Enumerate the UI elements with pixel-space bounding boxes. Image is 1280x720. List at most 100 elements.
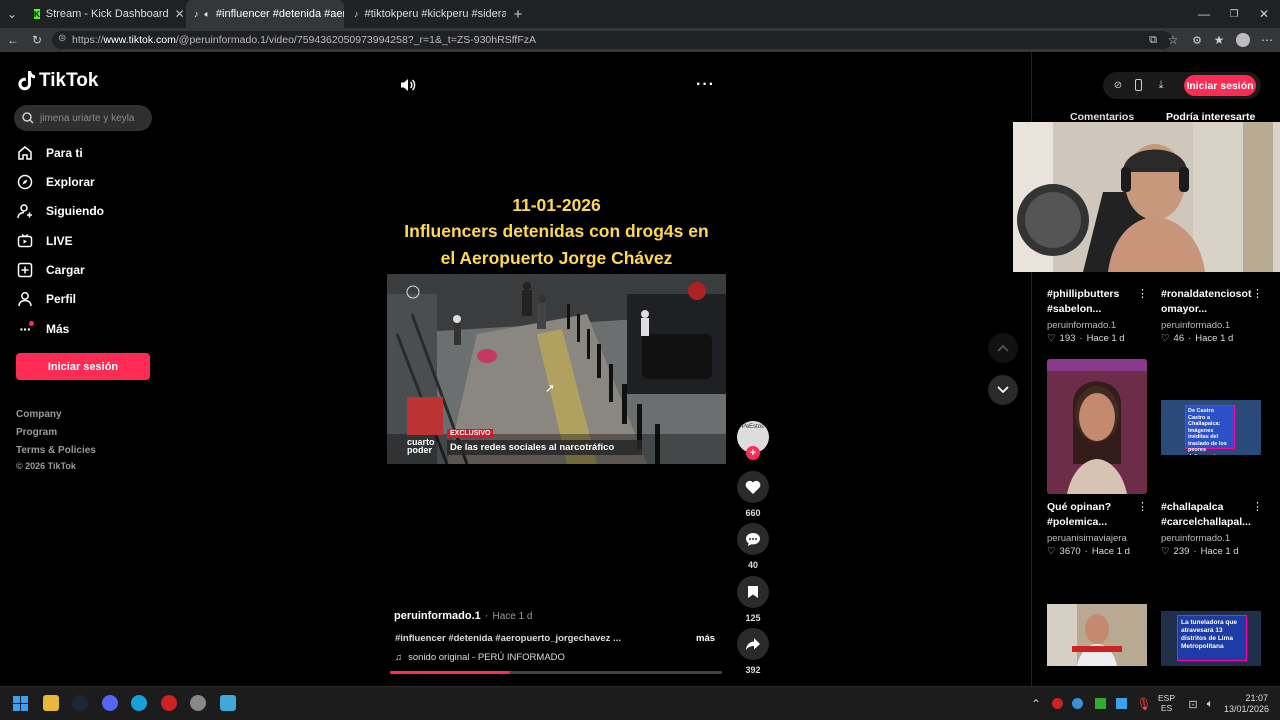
card-likes: 46	[1173, 333, 1185, 344]
video-progress-fill	[390, 671, 510, 674]
footer-company[interactable]: Company	[16, 409, 62, 420]
tray-app-icon[interactable]	[1072, 698, 1083, 709]
edge-icon[interactable]	[131, 695, 147, 711]
restore-icon[interactable]: ❐	[1226, 6, 1242, 22]
tab-tiktok-active[interactable]: ♪ 🔈︎ #influencer #detenida #aerop ✕	[186, 0, 344, 28]
site-info-icon[interactable]: ⊜	[58, 33, 66, 44]
nav-perfil[interactable]: Perfil	[16, 290, 76, 308]
back-icon[interactable]: ←	[6, 32, 20, 48]
tray-app-icon[interactable]	[1052, 698, 1063, 709]
tray-app-icon[interactable]	[1095, 698, 1106, 709]
nav-explorar[interactable]: Explorar	[16, 173, 95, 191]
more-link[interactable]: más	[696, 633, 715, 644]
overlay-brand: cuarto poder	[407, 438, 435, 455]
comment-count: 40	[747, 560, 758, 570]
tab-list-icon[interactable]: ⌄	[4, 6, 20, 22]
app-install-icon[interactable]: ⧉	[1146, 32, 1160, 48]
card-time: Hace 1 d	[1200, 546, 1239, 557]
comment-action[interactable]: 40	[737, 523, 769, 570]
clock[interactable]: 21:07 13/01/2026	[1224, 693, 1269, 715]
login-button[interactable]: Iniciar sesión	[16, 353, 150, 380]
share-icon[interactable]	[737, 628, 769, 660]
nav-para-ti[interactable]: Para ti	[16, 144, 83, 162]
card-3-thumbnail[interactable]	[1047, 359, 1147, 494]
card-options-icon[interactable]: ⋮	[1137, 500, 1148, 513]
card-title: #phillipbutters #sabelon...	[1047, 288, 1120, 315]
card-4-thumbnail[interactable]: De Castro Castro a Challapalca: Imágenes…	[1161, 400, 1261, 455]
card-author[interactable]: peruinformado.1	[1161, 533, 1256, 544]
network-icon[interactable]: ⊡	[1186, 697, 1200, 711]
app-icon[interactable]	[190, 695, 206, 711]
card-options-icon[interactable]: ⋮	[1252, 500, 1263, 513]
card-author[interactable]: peruinformado.1	[1047, 320, 1142, 331]
bookmark-icon[interactable]	[737, 576, 769, 608]
explore-icon[interactable]: ⊘	[1112, 79, 1124, 91]
discord-icon[interactable]	[102, 695, 118, 711]
heart-icon[interactable]	[737, 471, 769, 503]
login-button-top[interactable]: Iniciar sesión	[1184, 75, 1256, 96]
like-action[interactable]: 660	[737, 471, 769, 518]
sound-row[interactable]: ♫ sonido original - PERÚ INFORMADO	[395, 652, 565, 663]
card-1[interactable]: #phillipbutters #sabelon... peruinformad…	[1047, 287, 1142, 344]
search-input[interactable]: jimena uriarte y keyla	[14, 105, 152, 131]
language-indicator[interactable]: ESP ES	[1158, 693, 1175, 713]
video-options-icon[interactable]: ···	[696, 76, 715, 94]
video-author[interactable]: peruinformado.1	[394, 610, 481, 622]
webcam-overlay	[1013, 122, 1280, 272]
tray-chevron-icon[interactable]: ⌃	[1030, 697, 1042, 711]
menu-dots-icon[interactable]: ⋯	[1260, 32, 1274, 48]
file-explorer-icon[interactable]	[43, 695, 59, 711]
tab-kick[interactable]: K Stream - Kick Dashboard ✕	[26, 0, 184, 28]
card-options-icon[interactable]: ⋮	[1137, 287, 1148, 300]
card-author[interactable]: peruinformado.1	[1161, 320, 1256, 331]
follow-plus-icon[interactable]: +	[746, 446, 760, 460]
url-field[interactable]: ⊜ https://www.tiktok.com/@peruinformado.…	[52, 31, 1172, 49]
microphone-icon[interactable]: 🎙︎	[1136, 697, 1151, 711]
close-window-icon[interactable]: ✕	[1256, 6, 1272, 22]
speaker-icon[interactable]: 🔈︎	[205, 9, 210, 20]
tray-app-icon[interactable]	[1116, 698, 1127, 709]
reload-icon[interactable]: ↻	[30, 32, 44, 48]
minimize-icon[interactable]: —	[1196, 6, 1212, 22]
comment-icon[interactable]	[737, 523, 769, 555]
nav-cargar[interactable]: Cargar	[16, 261, 85, 279]
tab-tiktok[interactable]: ♪ #tiktokperu #kickperu #sideral #s ✕	[346, 0, 506, 28]
card-options-icon[interactable]: ⋮	[1252, 287, 1263, 300]
card-2[interactable]: #ronaldatenciosot omayor... peruinformad…	[1161, 287, 1256, 344]
video-description[interactable]: #influencer #detenida #aeropuerto_jorgec…	[395, 633, 621, 644]
video-progress-bar[interactable]	[390, 671, 722, 674]
volume-icon[interactable]	[400, 77, 416, 93]
extensions-icon[interactable]: ⚙	[1190, 32, 1204, 48]
next-video-button[interactable]	[988, 375, 1018, 405]
nav-mas[interactable]: ··· Más	[16, 320, 69, 338]
card-author[interactable]: peruanisimaviajera	[1047, 533, 1142, 544]
footer-terms[interactable]: Terms & Policies	[16, 445, 96, 456]
tiktok-logo[interactable]: TikTok	[17, 70, 98, 92]
video-headline-1: Influencers detenidas con drog4s en	[404, 221, 709, 241]
card-6-thumbnail[interactable]: La tuneladora que atravesará 13 distrito…	[1161, 611, 1261, 666]
footer-program[interactable]: Program	[16, 427, 57, 438]
download-icon[interactable]: ⤓	[1155, 79, 1167, 91]
notepad-icon[interactable]	[220, 695, 236, 711]
previous-video-button[interactable]	[988, 333, 1018, 363]
save-action[interactable]: 125	[737, 576, 769, 623]
overlay-brand-2: poder	[407, 445, 433, 455]
card-3[interactable]: Qué opinan? #polemica... peruanisimaviaj…	[1047, 500, 1142, 557]
mobile-icon[interactable]	[1135, 79, 1142, 91]
bookmark-star-icon[interactable]: ☆	[1166, 32, 1180, 48]
new-tab-icon[interactable]: +	[510, 6, 526, 23]
volume-tray-icon[interactable]: 🔈︎	[1203, 697, 1217, 711]
obs-icon[interactable]	[161, 695, 177, 711]
profile-avatar-icon[interactable]	[1236, 33, 1250, 47]
video-player[interactable]: EXCLUSIVO De las redes sociales al narco…	[387, 274, 726, 464]
nav-siguiendo[interactable]: Siguiendo	[16, 202, 104, 220]
close-icon[interactable]: ✕	[175, 7, 184, 21]
share-action[interactable]: 392	[737, 628, 769, 675]
favorites-icon[interactable]: ★	[1212, 32, 1226, 48]
steam-icon[interactable]	[72, 695, 88, 711]
card-4[interactable]: #challapalca #carcelchallapal... peruinf…	[1161, 500, 1256, 557]
card-5-thumbnail[interactable]	[1047, 604, 1147, 666]
nav-live[interactable]: LIVE	[16, 232, 73, 250]
windows-start-icon[interactable]	[13, 696, 28, 711]
video-author-row: peruinformado.1 · Hace 1 d	[394, 610, 533, 622]
